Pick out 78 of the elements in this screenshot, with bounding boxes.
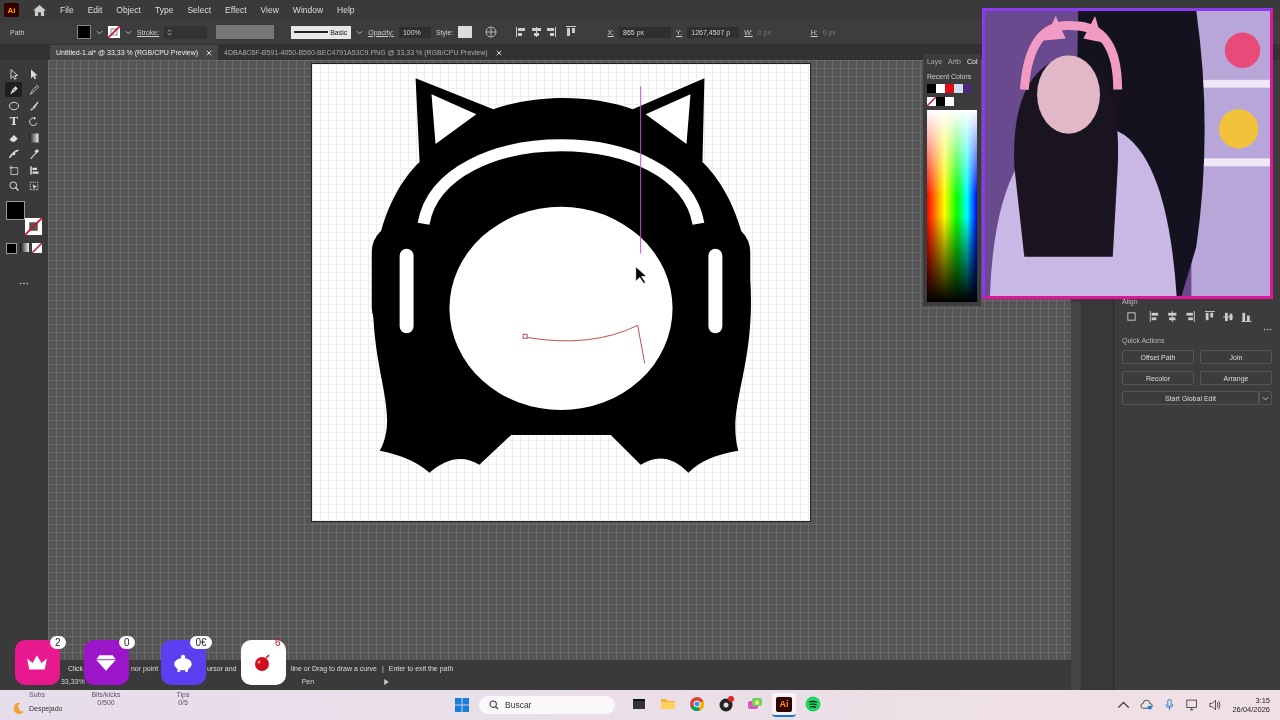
count-badge: 2 [49,636,66,649]
menu-item[interactable]: Type [154,5,174,15]
caret-icon[interactable] [125,29,132,35]
count-badge: 0 [118,636,135,649]
app-logo: Ai [4,3,19,17]
count-label: 6 [273,636,282,649]
home-icon[interactable] [33,4,46,16]
color-swatch[interactable] [935,84,945,93]
gradient-icon [27,131,40,144]
variable-width-field[interactable] [216,25,275,39]
caret-icon[interactable] [96,29,103,35]
caret-icon[interactable] [1117,699,1131,711]
artboard-icon [7,163,20,176]
color-swatch[interactable] [953,84,963,93]
piggy-bank-icon [172,653,194,672]
menu-item[interactable]: Window [292,5,324,15]
moon-icon [12,702,25,715]
globe-icon[interactable] [485,26,498,38]
transform-icon [27,179,40,192]
stroke-swatch[interactable] [108,26,120,38]
count-badge: 0€ [190,636,212,649]
cursor-icon [635,266,647,284]
window-icon [631,696,647,712]
close-icon[interactable] [206,49,213,56]
color-swatch[interactable] [944,84,954,93]
crown-icon [26,653,48,672]
menu-item[interactable]: Edit [87,5,103,15]
diamond-icon [95,653,117,672]
color-swatch[interactable] [926,84,936,93]
fill-color-swatch[interactable] [5,201,25,220]
monitor-icon[interactable] [1186,699,1200,711]
speaker-icon[interactable] [1209,699,1223,711]
ellipse-icon [7,99,20,112]
music-icon [805,696,821,712]
none-swatch[interactable] [926,97,936,106]
search-field[interactable]: Buscar [479,696,615,714]
tool-button[interactable]: T [5,114,23,129]
chart-icon [27,163,40,176]
menu-item[interactable]: Help [337,5,355,15]
more-icon[interactable] [18,282,29,285]
stepper-icon[interactable] [167,27,173,37]
stroke-color-swatch[interactable] [24,218,42,235]
menu-item[interactable]: Object [116,5,141,15]
color-mode-swatch[interactable] [5,243,17,254]
taskbar-app[interactable]: Ai [772,693,796,717]
browser-icon [689,696,705,712]
rotate-icon [27,115,40,128]
caret-icon [1262,395,1269,401]
menu-item[interactable]: File [60,5,74,15]
style-swatch[interactable] [458,26,473,38]
none-mode-swatch[interactable] [31,243,42,253]
menu-item[interactable]: View [260,5,279,15]
folder-icon [660,696,676,712]
menu-item[interactable]: Select [187,5,211,15]
search-icon [7,179,20,192]
play-icon[interactable] [384,678,390,685]
color-swatch[interactable] [962,84,972,93]
scrollbar[interactable] [1071,302,1082,690]
chat-icon [747,696,763,712]
menu-item[interactable]: Effect [225,5,247,15]
arrow-icon [7,67,20,80]
artboard[interactable] [310,63,811,522]
width-icon [7,147,20,160]
tool-button[interactable] [5,82,23,97]
stroke-weight-field[interactable] [164,25,208,39]
color-swatch[interactable] [944,97,954,106]
record-icon [718,696,734,712]
search-icon [489,700,499,710]
eyedropper-icon [27,147,40,160]
stroke-preview-icon [294,30,329,34]
gradient-mode-swatch[interactable] [19,243,29,252]
color-spectrum[interactable] [926,110,977,302]
color-swatch[interactable] [935,97,945,106]
pen-icon [27,83,40,96]
fill-swatch[interactable] [77,25,91,39]
microphone-icon[interactable] [1163,699,1177,711]
cloud-icon[interactable] [1140,699,1154,711]
close-icon[interactable] [495,49,502,56]
